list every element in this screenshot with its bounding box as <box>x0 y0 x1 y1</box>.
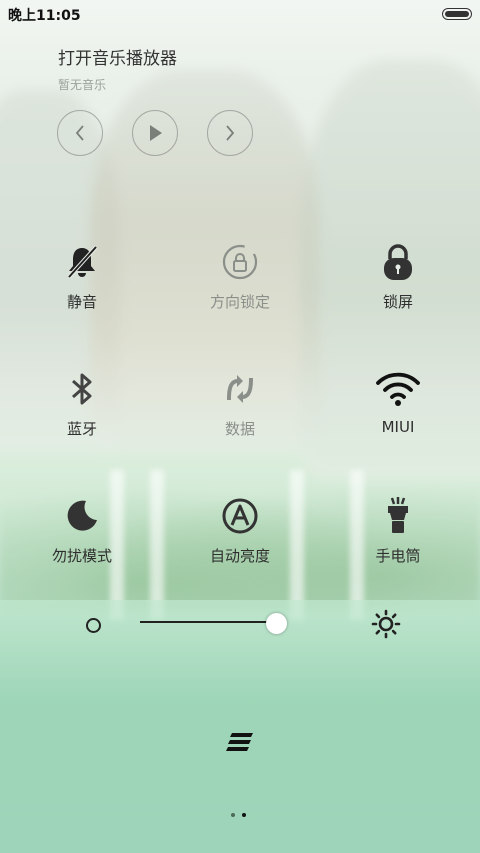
toggle-auto-brightness[interactable]: 自动亮度 <box>175 495 305 566</box>
toggle-wifi[interactable]: MIUI <box>333 368 463 436</box>
toggle-do-not-disturb[interactable]: 勿扰模式 <box>17 495 147 566</box>
toggle-label: 方向锁定 <box>209 293 270 311</box>
toggle-label: 数据 <box>224 420 255 438</box>
toggle-label: MIUI <box>381 418 415 436</box>
page-indicator <box>231 813 246 817</box>
battery-icon <box>442 8 472 20</box>
toggle-label: 静音 <box>66 293 97 311</box>
brightness-low-icon <box>86 618 101 633</box>
mobile-data-icon <box>227 375 253 403</box>
page-dot-active <box>242 813 246 817</box>
play-button[interactable] <box>132 110 178 156</box>
music-title[interactable]: 打开音乐播放器 <box>58 44 177 69</box>
bell-off-icon <box>67 245 98 279</box>
toggle-label: 锁屏 <box>382 293 413 311</box>
brightness-slider-thumb[interactable] <box>265 613 287 634</box>
bluetooth-icon <box>72 373 92 405</box>
next-icon <box>226 125 235 141</box>
moon-icon <box>67 500 97 531</box>
toggle-label: 自动亮度 <box>209 547 270 565</box>
toggle-label: 手电筒 <box>375 547 421 565</box>
toggle-mobile-data[interactable]: 数据 <box>175 368 305 439</box>
flashlight-icon <box>388 497 408 533</box>
toggle-label: 勿扰模式 <box>51 547 112 565</box>
toggle-bluetooth[interactable]: 蓝牙 <box>17 368 147 439</box>
status-bar: 晚上11:05 <box>0 0 480 28</box>
status-time: 晚上11:05 <box>8 8 81 24</box>
toggle-rotation-lock[interactable]: 方向锁定 <box>175 241 305 312</box>
brightness-slider[interactable] <box>140 621 286 623</box>
previous-button[interactable] <box>57 110 103 156</box>
lock-icon <box>384 244 412 280</box>
brightness-high-icon <box>371 609 401 639</box>
wifi-icon <box>376 372 420 406</box>
next-button[interactable] <box>207 110 253 156</box>
previous-icon <box>75 125 84 141</box>
music-subtitle: 暂无音乐 <box>58 78 107 92</box>
music-widget[interactable]: 打开音乐播放器 暂无音乐 <box>58 44 177 93</box>
edit-toggles-icon[interactable] <box>226 732 254 752</box>
toggle-mute[interactable]: 静音 <box>17 241 147 312</box>
toggle-flashlight[interactable]: 手电筒 <box>333 495 463 566</box>
play-icon <box>150 125 162 141</box>
auto-brightness-icon <box>222 498 258 534</box>
page-dot <box>231 813 235 817</box>
toggle-label: 蓝牙 <box>66 420 97 438</box>
rotation-lock-icon <box>222 244 258 280</box>
toggle-lock-screen[interactable]: 锁屏 <box>333 241 463 312</box>
